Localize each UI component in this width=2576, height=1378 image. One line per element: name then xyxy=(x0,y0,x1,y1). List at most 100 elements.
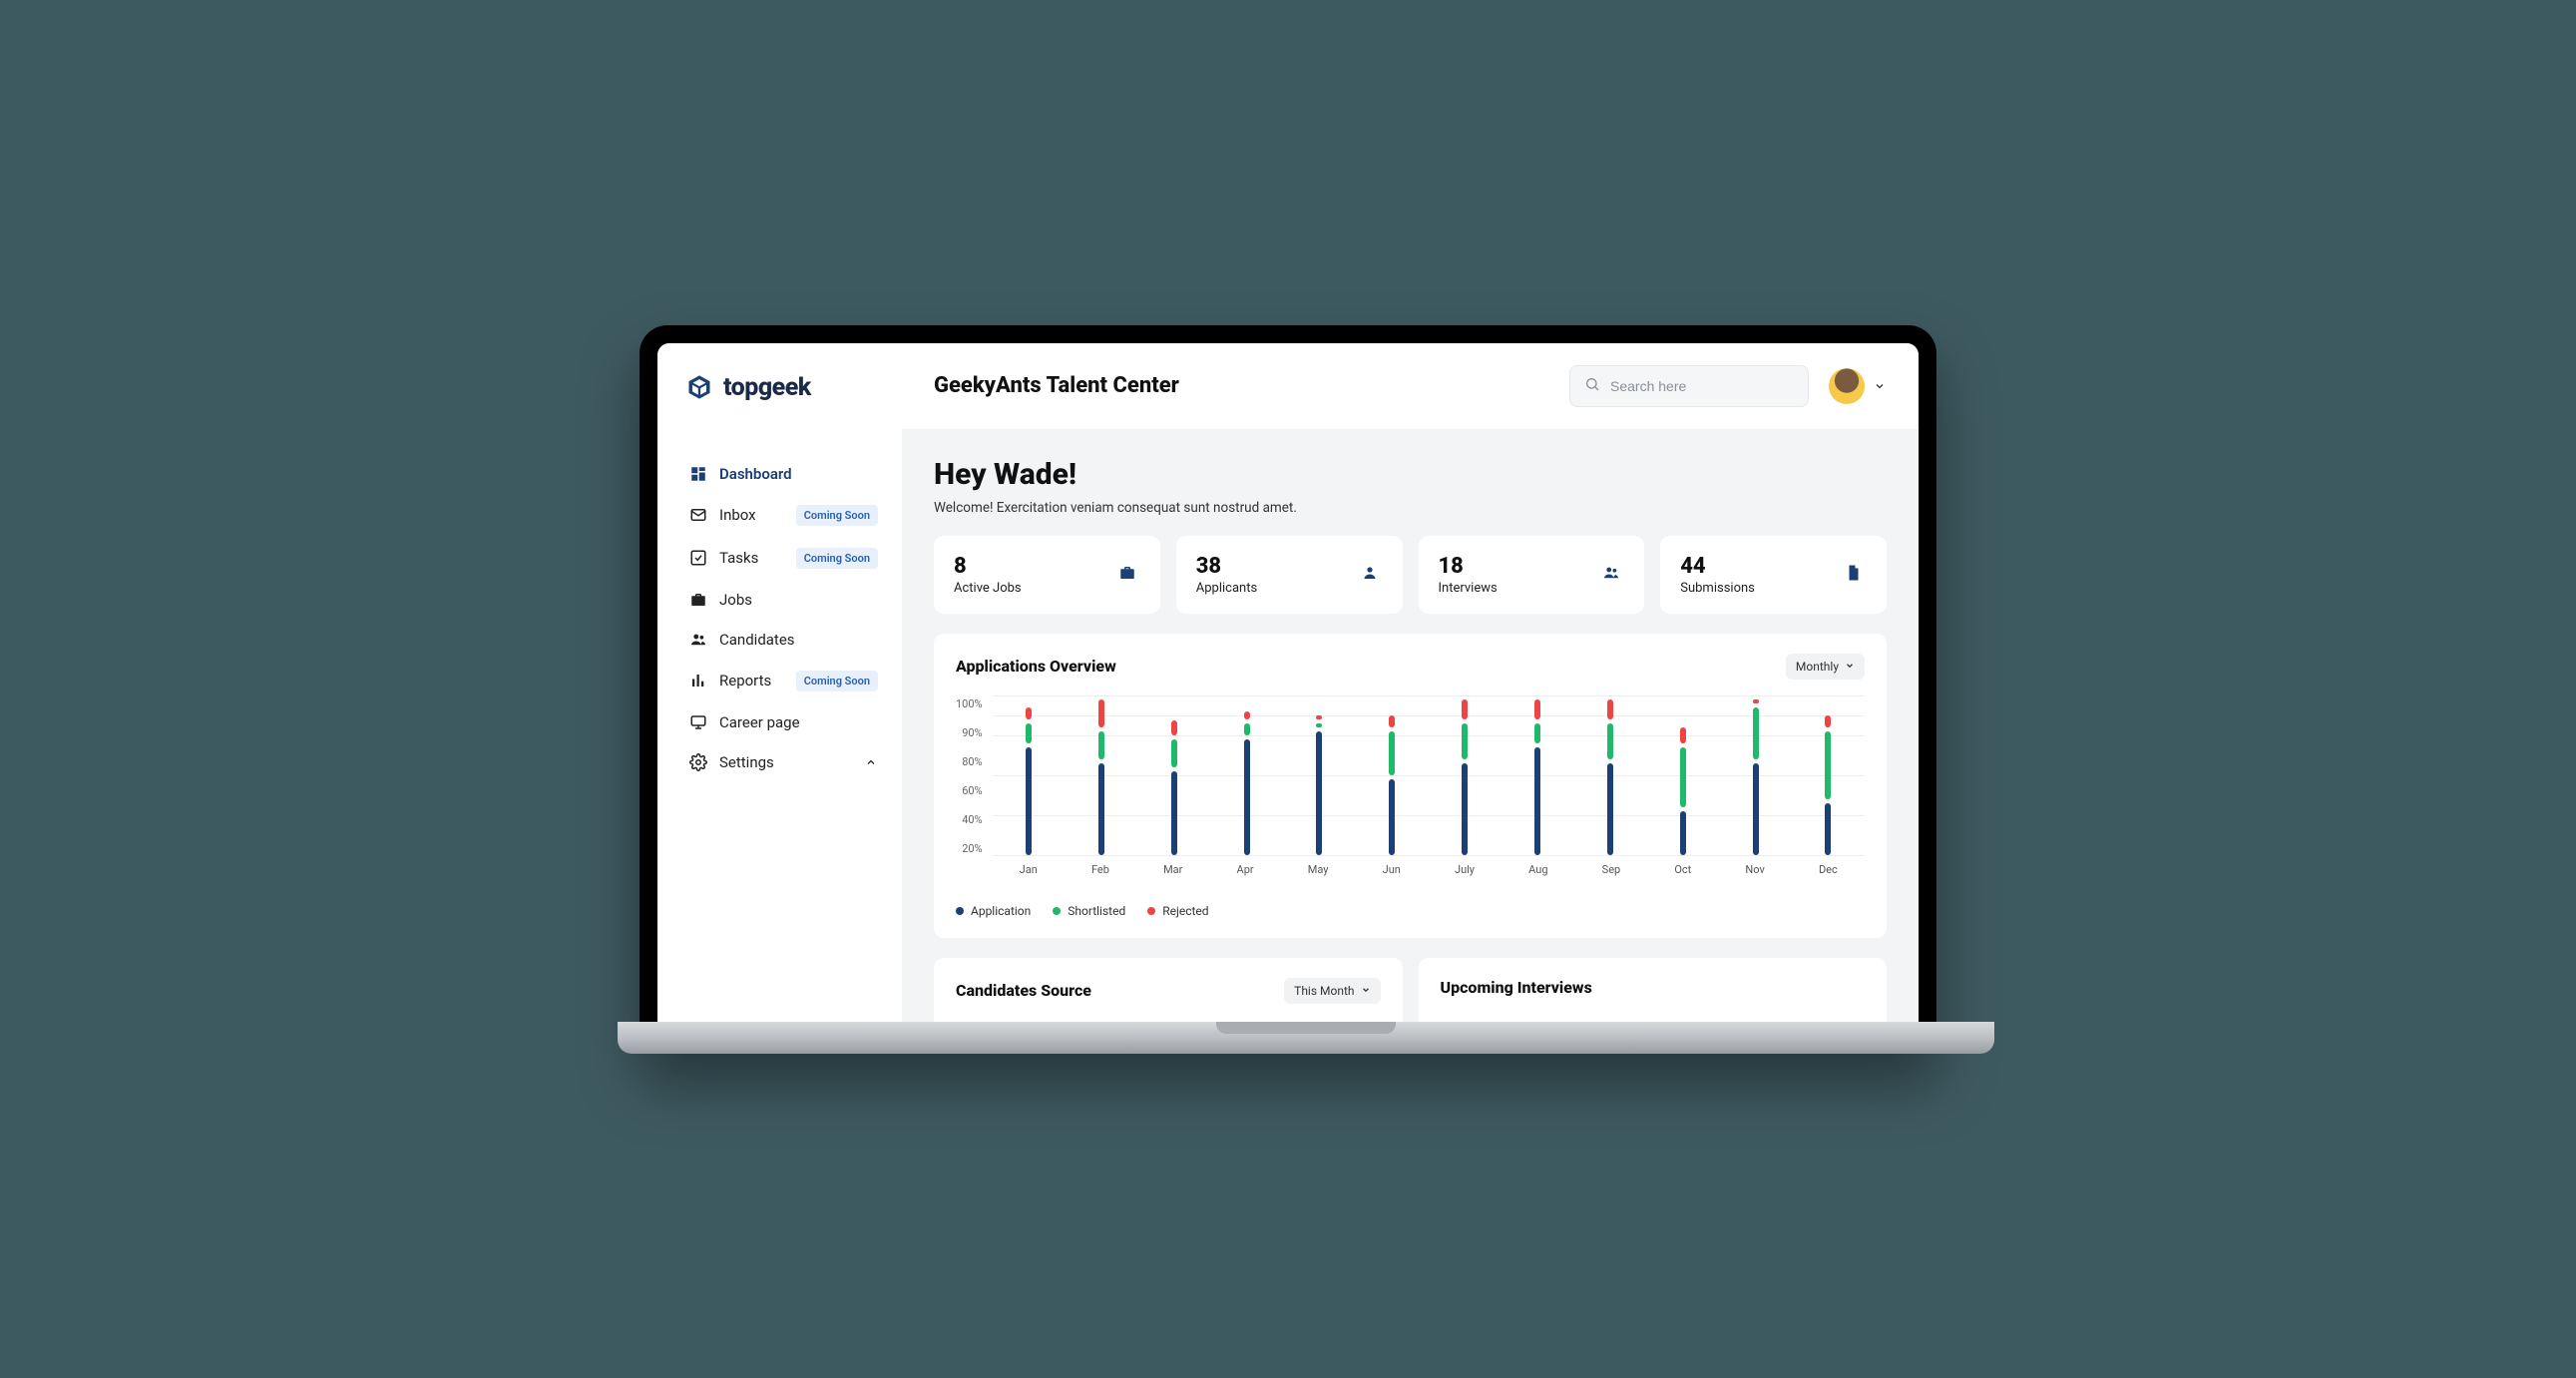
chart-plot xyxy=(993,695,1865,855)
stat-label: Active Jobs xyxy=(954,581,1022,596)
user-menu[interactable] xyxy=(1829,368,1887,404)
bar-july xyxy=(1462,695,1468,855)
screen: topgeek DashboardInboxComing SoonTasksCo… xyxy=(657,343,1919,1022)
chevron-down-icon xyxy=(1873,379,1887,393)
topbar: GeekyAnts Talent Center xyxy=(902,343,1919,429)
bottom-row: Candidates Source This Month Upcoming In… xyxy=(934,958,1887,1022)
sidebar-item-inbox[interactable]: InboxComing Soon xyxy=(685,494,882,537)
chart-xaxis: JanFebMarAprMayJunJulyAugSepOctNovDec xyxy=(993,863,1865,876)
applications-range-select[interactable]: Monthly xyxy=(1786,654,1865,680)
sidebar-item-label: Inbox xyxy=(719,506,784,524)
xtick-label: Nov xyxy=(1745,863,1764,876)
xtick-label: Aug xyxy=(1528,863,1547,876)
legend-item-application: Application xyxy=(956,904,1031,918)
laptop-frame: topgeek DashboardInboxComing SoonTasksCo… xyxy=(640,325,1936,1054)
chart-legend: Application Shortlisted Rejected xyxy=(956,904,1865,918)
candidates-source-title: Candidates Source xyxy=(956,981,1091,1000)
people-icon xyxy=(1602,564,1624,586)
chevron-down-icon xyxy=(1845,660,1855,674)
sidebar-item-candidates[interactable]: Candidates xyxy=(685,620,882,660)
legend-label: Application xyxy=(971,904,1031,918)
brand-name: topgeek xyxy=(723,373,811,402)
candidates-range-label: This Month xyxy=(1294,984,1354,998)
stat-value: 38 xyxy=(1196,554,1257,579)
candidates-range-select[interactable]: This Month xyxy=(1284,978,1380,1004)
ytick-label: 90% xyxy=(956,726,983,739)
avatar xyxy=(1829,368,1865,404)
xtick-label: Sep xyxy=(1602,863,1621,876)
xtick-label: Jan xyxy=(1020,863,1038,876)
stat-card-active-jobs[interactable]: 8Active Jobs xyxy=(934,536,1160,614)
stats-row: 8Active Jobs38Applicants18Interviews44Su… xyxy=(934,536,1887,614)
monitor-icon xyxy=(689,713,707,731)
briefcase-icon xyxy=(689,591,707,609)
stat-card-submissions[interactable]: 44Submissions xyxy=(1660,536,1887,614)
sidebar-item-label: Candidates xyxy=(719,631,878,649)
app-root: topgeek DashboardInboxComing SoonTasksCo… xyxy=(657,343,1919,1022)
chart-yaxis: 100%90%80%60%40%20% xyxy=(956,695,983,855)
xtick-label: Dec xyxy=(1819,863,1838,876)
ytick-label: 20% xyxy=(956,842,983,855)
xtick-label: Oct xyxy=(1674,863,1691,876)
file-icon xyxy=(1845,564,1867,586)
laptop-notch xyxy=(1216,1022,1396,1034)
ytick-label: 100% xyxy=(956,697,983,710)
upcoming-interviews-panel: Upcoming Interviews xyxy=(1419,958,1888,1022)
sidebar-item-tasks[interactable]: TasksComing Soon xyxy=(685,537,882,580)
sidebar-item-label: Dashboard xyxy=(719,465,878,483)
stat-card-interviews[interactable]: 18Interviews xyxy=(1419,536,1645,614)
bar-mar xyxy=(1171,695,1177,855)
ytick-label: 80% xyxy=(956,755,983,768)
bar-feb xyxy=(1098,695,1104,855)
bar-dec xyxy=(1825,695,1831,855)
bar-may xyxy=(1316,695,1322,855)
gear-icon xyxy=(689,753,707,771)
laptop-base xyxy=(618,1022,1994,1054)
bar-nov xyxy=(1753,695,1759,855)
legend-item-shortlisted: Shortlisted xyxy=(1053,904,1125,918)
applications-panel: Applications Overview Monthly 100% 90% 80%… xyxy=(934,634,1887,938)
bar-sep xyxy=(1607,695,1613,855)
search-box[interactable] xyxy=(1569,365,1809,407)
chevron-up-icon xyxy=(864,755,878,769)
bar-aug xyxy=(1534,695,1540,855)
legend-label: Shortlisted xyxy=(1068,904,1125,918)
sidebar-item-dashboard[interactable]: Dashboard xyxy=(685,454,882,494)
sidebar-item-reports[interactable]: ReportsComing Soon xyxy=(685,660,882,702)
legend-dot xyxy=(1147,907,1155,915)
applications-title: Applications Overview xyxy=(956,657,1116,676)
legend-dot xyxy=(956,907,964,915)
legend-dot xyxy=(1053,907,1061,915)
main-area: GeekyAnts Talent Center xyxy=(902,343,1919,1022)
mail-icon xyxy=(689,506,707,524)
coming-soon-badge: Coming Soon xyxy=(796,548,878,569)
greeting: Hey Wade! Welcome! Exercitation veniam c… xyxy=(934,457,1887,516)
greeting-title: Hey Wade! xyxy=(934,457,1887,492)
sidebar-item-settings[interactable]: Settings xyxy=(685,742,882,782)
legend-label: Rejected xyxy=(1162,904,1208,918)
stat-value: 44 xyxy=(1680,554,1755,579)
candidates-source-panel: Candidates Source This Month xyxy=(934,958,1403,1022)
sidebar-item-jobs[interactable]: Jobs xyxy=(685,580,882,620)
xtick-label: May xyxy=(1308,863,1329,876)
bars-icon xyxy=(689,672,707,689)
sidebar-item-label: Jobs xyxy=(719,591,878,609)
ytick-label: 40% xyxy=(956,813,983,826)
sidebar: topgeek DashboardInboxComing SoonTasksCo… xyxy=(657,343,902,1022)
brand-logo[interactable]: topgeek xyxy=(685,373,882,402)
briefcase-icon xyxy=(1118,564,1140,586)
dashboard-icon xyxy=(689,465,707,483)
sidebar-item-label: Reports xyxy=(719,672,784,689)
search-icon xyxy=(1584,376,1600,396)
bar-apr xyxy=(1244,695,1250,855)
sidebar-item-career-page[interactable]: Career page xyxy=(685,702,882,742)
page-title: GeekyAnts Talent Center xyxy=(934,373,1549,398)
xtick-label: Jun xyxy=(1383,863,1401,876)
content: Hey Wade! Welcome! Exercitation veniam c… xyxy=(902,429,1919,1022)
chevron-down-icon xyxy=(1361,984,1371,998)
search-input[interactable] xyxy=(1610,378,1794,394)
applications-range-label: Monthly xyxy=(1796,660,1839,674)
check-icon xyxy=(689,549,707,567)
person-icon xyxy=(1361,564,1383,586)
stat-card-applicants[interactable]: 38Applicants xyxy=(1176,536,1403,614)
